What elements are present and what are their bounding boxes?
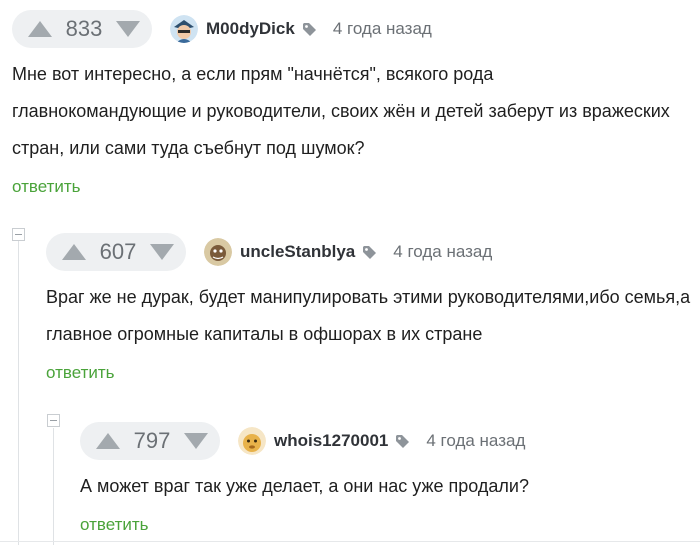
tag-icon bbox=[302, 22, 316, 36]
vote-widget: 607 bbox=[46, 233, 186, 271]
username[interactable]: whois1270001 bbox=[274, 431, 388, 451]
comment-header: 797 whois1270001 4 года назад bbox=[80, 422, 690, 460]
timestamp: 4 года назад bbox=[332, 19, 432, 38]
upvote-arrow-icon[interactable] bbox=[96, 433, 120, 449]
upvote-arrow-icon[interactable] bbox=[62, 244, 86, 260]
comment-text: Враг же не дурак, будет манипулировать э… bbox=[46, 287, 691, 344]
rating-score: 833 bbox=[65, 16, 103, 41]
comment: 797 whois1270001 4 года назад А может вр… bbox=[80, 422, 690, 535]
divider bbox=[0, 541, 700, 542]
comment-header: 833 M00dyDick 4 года назад bbox=[12, 10, 692, 48]
reply-link[interactable]: ответить bbox=[12, 177, 692, 197]
vote-widget: 833 bbox=[12, 10, 152, 48]
timestamp: 4 года назад bbox=[393, 242, 493, 261]
tag-icon bbox=[363, 245, 377, 259]
tag-icon bbox=[396, 434, 410, 448]
vote-widget: 797 bbox=[80, 422, 220, 460]
avatar[interactable] bbox=[238, 427, 266, 455]
collapse-thread-icon[interactable] bbox=[47, 414, 60, 427]
avatar[interactable] bbox=[170, 15, 198, 43]
upvote-arrow-icon[interactable] bbox=[28, 21, 52, 37]
thread-line-level-2 bbox=[53, 428, 54, 545]
comment-text: Мне вот интересно, а если прям "начнётся… bbox=[12, 64, 670, 158]
collapse-thread-icon[interactable] bbox=[12, 228, 25, 241]
rating-score: 607 bbox=[99, 239, 137, 264]
comment-header: 607 uncleStanblya 4 года назад bbox=[46, 233, 696, 271]
avatar[interactable] bbox=[204, 238, 232, 266]
downvote-arrow-icon[interactable] bbox=[150, 244, 174, 260]
downvote-arrow-icon[interactable] bbox=[184, 433, 208, 449]
rating-score: 797 bbox=[133, 428, 171, 453]
username[interactable]: M00dyDick bbox=[206, 19, 295, 39]
downvote-arrow-icon[interactable] bbox=[116, 21, 140, 37]
username[interactable]: uncleStanblya bbox=[240, 242, 355, 262]
reply-link[interactable]: ответить bbox=[80, 515, 690, 535]
comment-text: А может враг так уже делает, а они нас у… bbox=[80, 476, 529, 496]
comment: 607 uncleStanblya 4 года назад Враг же н… bbox=[46, 233, 696, 383]
comment: 833 M00dyDick 4 года назад Мне вот интер… bbox=[12, 10, 692, 197]
timestamp: 4 года назад bbox=[426, 431, 526, 450]
reply-link[interactable]: ответить bbox=[46, 363, 696, 383]
thread-line-level-1 bbox=[18, 240, 19, 545]
